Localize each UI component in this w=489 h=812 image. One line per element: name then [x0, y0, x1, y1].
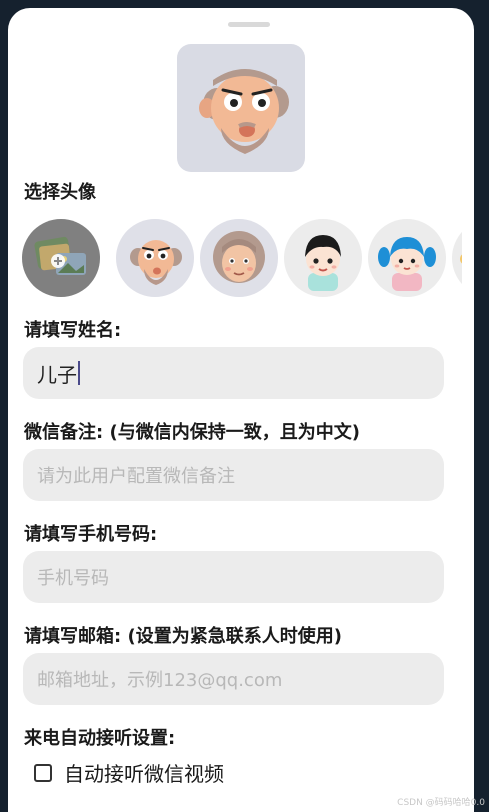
upload-photo-option[interactable]: [22, 219, 100, 297]
boy-option[interactable]: [284, 219, 362, 297]
wechat-note-label: 微信备注: (与微信内保持一致，且为中文): [24, 422, 360, 443]
grandma-option[interactable]: [200, 219, 278, 297]
more-avatar-option[interactable]: [452, 219, 462, 297]
email-field[interactable]: 邮箱地址，示例123@qq.com: [23, 653, 444, 705]
avatar-icon: [460, 254, 462, 264]
photo-gallery-icon: [34, 236, 86, 275]
avatar-options: [22, 219, 462, 299]
call-settings-label: 来电自动接听设置:: [24, 728, 176, 749]
selected-avatar: [177, 44, 305, 172]
girl-option[interactable]: [368, 219, 446, 297]
drag-handle[interactable]: [228, 22, 270, 27]
email-label: 请填写邮箱: (设置为紧急联系人时使用): [24, 626, 342, 647]
watermark: CSDN @码码哈哈0.0: [397, 798, 485, 808]
phone-placeholder: 手机号码: [37, 568, 109, 589]
bottom-sheet: 选择头像 请填写姓名: 儿子 微信备注: (与微信内保持一致，且为中文) 请为此…: [8, 8, 474, 812]
avatar-section-label: 选择头像: [24, 182, 96, 203]
text-caret: [78, 361, 80, 385]
name-label: 请填写姓名:: [24, 320, 122, 341]
girl-avatar-icon: [378, 237, 436, 291]
phone-label: 请填写手机号码:: [24, 524, 158, 545]
wechat-note-field[interactable]: 请为此用户配置微信备注: [23, 449, 444, 501]
email-placeholder: 邮箱地址，示例123@qq.com: [37, 670, 283, 691]
auto-answer-option[interactable]: 自动接听微信视频: [34, 758, 224, 787]
grandpa-option[interactable]: [116, 219, 194, 297]
boy-avatar-icon: [305, 235, 341, 291]
grandma-avatar-icon: [213, 231, 265, 283]
name-field[interactable]: 儿子: [23, 347, 444, 399]
name-value: 儿子: [37, 362, 77, 387]
grandpa-avatar-icon: [130, 240, 182, 285]
auto-answer-checkbox[interactable]: [34, 763, 52, 782]
wechat-note-placeholder: 请为此用户配置微信备注: [37, 466, 235, 487]
phone-field[interactable]: 手机号码: [23, 551, 444, 603]
auto-answer-label: 自动接听微信视频: [64, 762, 224, 786]
